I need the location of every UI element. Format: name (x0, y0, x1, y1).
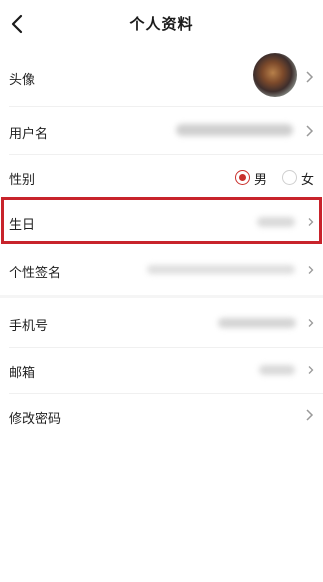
signature-label: 个性签名 (9, 266, 62, 281)
phone-label: 手机号 (9, 319, 49, 334)
chevron-right-icon (308, 319, 314, 327)
gender-row: 性别 (0, 155, 323, 199)
chevron-right-icon (308, 266, 314, 274)
username-value-blurred (176, 124, 293, 136)
chevron-right-icon (306, 125, 314, 137)
gender-male-radio[interactable] (235, 170, 250, 185)
nav-bar: 个人资料 (0, 0, 323, 48)
gender-female-label[interactable]: 女 (301, 169, 314, 188)
change-password-row[interactable]: 修改密码 (0, 394, 323, 438)
username-row[interactable]: 用户名 (0, 107, 323, 154)
avatar-label: 头像 (9, 73, 36, 88)
gender-female-radio[interactable] (282, 170, 297, 185)
signature-row[interactable]: 个性签名 (0, 246, 323, 294)
chevron-right-icon (308, 366, 314, 374)
avatar[interactable] (253, 53, 297, 97)
gender-male-label[interactable]: 男 (254, 169, 267, 188)
section-divider (0, 295, 323, 298)
page-title: 个人资料 (129, 15, 194, 33)
email-row[interactable]: 邮箱 (0, 348, 323, 393)
change-password-label: 修改密码 (9, 412, 62, 427)
username-label: 用户名 (9, 127, 49, 142)
phone-value-blurred (218, 318, 296, 328)
phone-row[interactable]: 手机号 (0, 300, 323, 346)
signature-value-blurred (147, 265, 295, 274)
chevron-right-icon (306, 71, 314, 83)
chevron-right-icon (306, 409, 314, 421)
email-value-blurred (259, 365, 295, 375)
highlight-box (1, 197, 322, 244)
gender-label: 性别 (9, 173, 36, 188)
email-label: 邮箱 (9, 366, 36, 381)
